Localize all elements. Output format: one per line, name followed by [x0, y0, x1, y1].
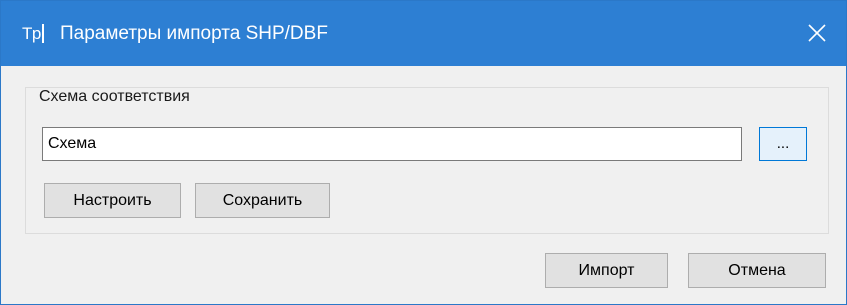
- configure-button[interactable]: Настроить: [44, 183, 181, 218]
- tp-app-icon: Tp: [22, 23, 47, 44]
- schema-input[interactable]: [42, 127, 742, 161]
- title-bar[interactable]: Tp Параметры импорта SHP/DBF: [1, 1, 846, 66]
- app-icon-text: Tp: [22, 24, 41, 43]
- group-label: Схема соответствия: [39, 88, 190, 105]
- cancel-button[interactable]: Отмена: [688, 253, 826, 288]
- dialog-window: Tp Параметры импорта SHP/DBF Схема соотв…: [0, 0, 847, 305]
- close-icon: [808, 24, 826, 42]
- browse-button[interactable]: ...: [759, 127, 807, 161]
- dialog-body: Схема соответствия ... Настроить Сохрани…: [1, 66, 846, 304]
- window-title: Параметры импорта SHP/DBF: [60, 23, 328, 44]
- close-button[interactable]: [790, 1, 846, 66]
- app-icon-cursor: [41, 24, 44, 43]
- save-button[interactable]: Сохранить: [195, 183, 330, 218]
- import-button[interactable]: Импорт: [545, 253, 668, 288]
